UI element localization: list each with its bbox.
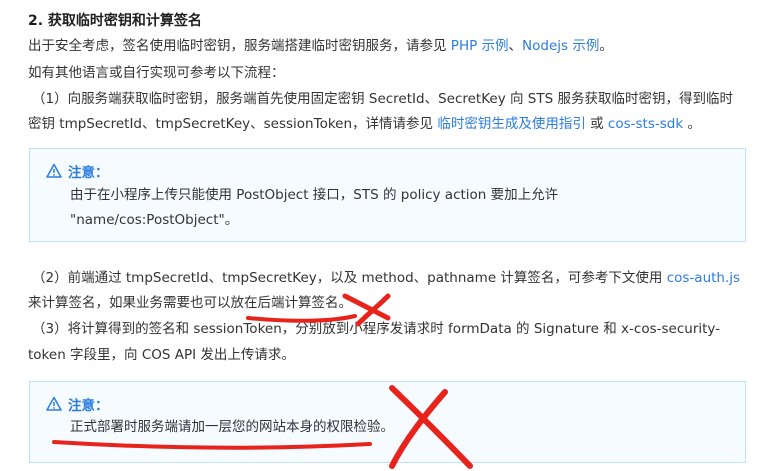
sts-guide-link[interactable]: 临时密钥生成及使用指引 <box>437 116 586 132</box>
step2-line1: （2）前端通过 tmpSecretId、tmpSecretKey，以及 meth… <box>32 269 740 287</box>
step1-line2: 密钥 tmpSecretId、tmpSecretKey、sessionToken… <box>28 115 701 133</box>
step2-line2: 来计算签名，如果业务需要也可以放在后端计算签名。 <box>28 295 352 311</box>
warning-triangle-icon <box>46 163 62 178</box>
step1-end: 。 <box>683 116 701 132</box>
note2-line1: 正式部署时服务端请加一层您的网站本身的权限检验。 <box>70 419 394 435</box>
note-title: 注意： <box>46 394 109 414</box>
step1-line1: （1）向服务端获取临时密钥，服务端首先使用固定密钥 SecretId、Secre… <box>32 91 733 107</box>
note-box-postobject: 注意： 由于在小程序上传只能使用 PostObject 接口，STS 的 pol… <box>29 148 746 242</box>
cos-auth-link[interactable]: cos-auth.js <box>667 270 740 286</box>
paragraph-security: 出于安全考虑，签名使用临时密钥，服务端搭建临时密钥服务，请参见 PHP 示例、N… <box>28 37 613 55</box>
step1-or: 或 <box>585 116 608 132</box>
paragraph-other-languages: 如有其他语言或自行实现可参考以下流程： <box>28 65 285 81</box>
step3-line2: token 字段里，向 COS API 发出上传请求。 <box>28 347 295 363</box>
section-heading: 2. 获取临时密钥和计算签名 <box>28 13 202 29</box>
paragraph-text: 出于安全考虑，签名使用临时密钥，服务端搭建临时密钥服务，请参见 <box>28 38 451 54</box>
document-page: 2. 获取临时密钥和计算签名 出于安全考虑，签名使用临时密钥，服务端搭建临时密钥… <box>0 0 766 471</box>
cos-sts-sdk-link[interactable]: cos-sts-sdk <box>608 116 683 132</box>
note-title: 注意： <box>46 161 109 181</box>
php-example-link[interactable]: PHP 示例 <box>451 38 509 54</box>
step3-line1: （3）将计算得到的签名和 sessionToken，分别放到小程序发请求时 fo… <box>32 321 721 337</box>
nodejs-example-link[interactable]: Nodejs 示例 <box>522 38 599 54</box>
step1-text: 密钥 tmpSecretId、tmpSecretKey、sessionToken… <box>28 116 438 132</box>
separator: 、 <box>508 38 523 54</box>
note1-line2: "name/cos:PostObject"。 <box>70 212 239 228</box>
note-title-text: 注意： <box>68 165 109 181</box>
note-title-text: 注意： <box>68 398 109 414</box>
step2-text: （2）前端通过 tmpSecretId、tmpSecretKey，以及 meth… <box>32 270 667 286</box>
note-box-deployment: 注意： 正式部署时服务端请加一层您的网站本身的权限检验。 <box>29 381 746 463</box>
note1-line1: 由于在小程序上传只能使用 PostObject 接口，STS 的 policy … <box>70 187 559 203</box>
warning-triangle-icon <box>46 396 62 411</box>
paragraph-end: 。 <box>599 38 613 54</box>
